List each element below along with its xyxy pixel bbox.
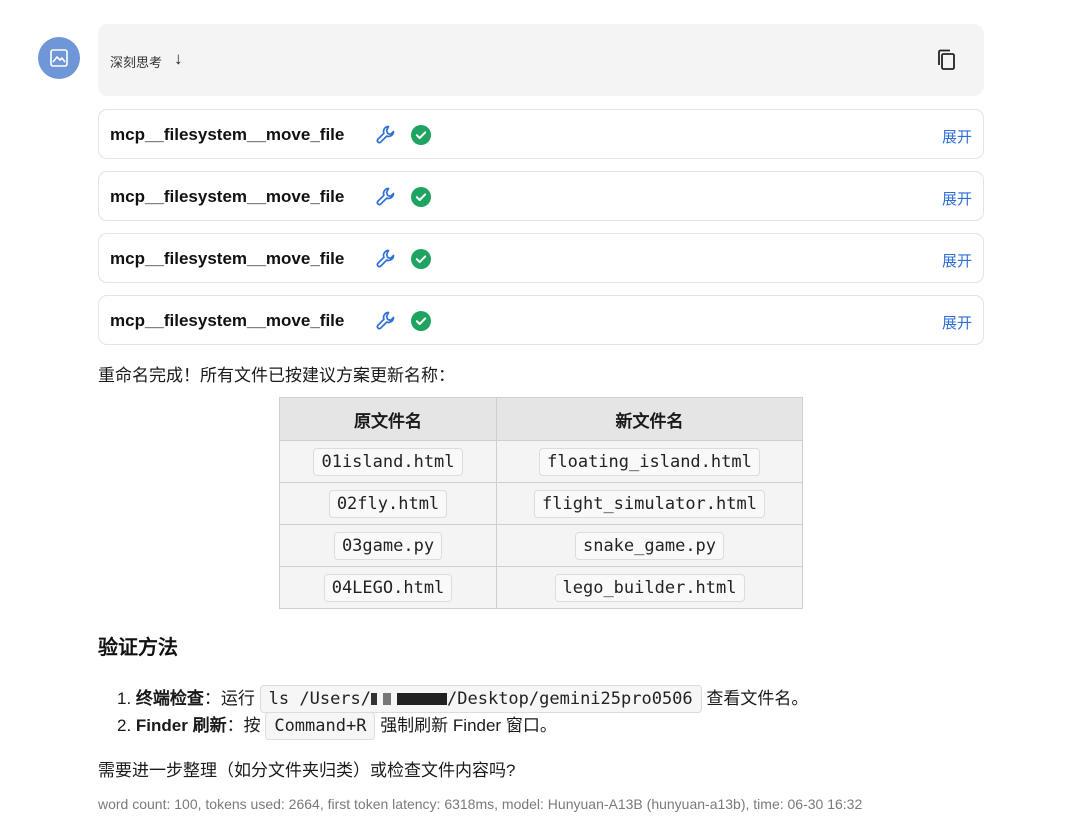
followup-question: 需要进一步整理（如分文件夹归类）或检查文件内容吗? [98,761,516,780]
tool-call-name: mcp__filesystem__move_file [110,187,345,206]
wrench-icon [376,187,395,206]
table-cell: lego_builder.html [496,566,803,609]
step-title: 终端检查 [135,689,204,708]
table-row: 03game.py snake_game.py [279,524,803,567]
table-row: 04LEGO.html lego_builder.html [279,566,803,609]
shortcut-key: Command+R [265,712,376,740]
check-circle-icon [411,249,431,269]
table-cell: 04LEGO.html [279,566,497,609]
step-number: 1. [117,689,132,708]
command-part: ls /Users/ [268,689,372,709]
expand-link[interactable]: 展开 [942,126,972,147]
step-number: 2. [117,716,132,735]
column-header-original: 原文件名 [279,397,497,441]
step-text: 按 [243,716,261,735]
verify-heading: 验证方法 [98,637,178,659]
rename-summary-text: 重命名完成！所有文件已按建议方案更新名称： [98,366,455,385]
image-icon [50,49,68,67]
wrench-icon [376,249,395,268]
tool-call-row[interactable]: mcp__filesystem__move_file 展开 [98,233,984,283]
old-filename: 04LEGO.html [323,573,453,602]
expand-link[interactable]: 展开 [942,188,972,209]
arrow-down-icon[interactable]: ↓ [174,49,183,69]
table-cell: 02fly.html [279,482,497,525]
redacted-username [371,693,448,705]
old-filename: 01island.html [313,447,463,476]
wrench-icon [376,311,395,330]
response-metadata: word count: 100, tokens used: 2664, firs… [98,796,863,812]
assistant-avatar [38,37,80,79]
table-row: 02fly.html flight_simulator.html [279,482,803,525]
step-text: 运行 [220,689,255,708]
wrench-icon [376,125,395,144]
table-cell: snake_game.py [496,524,803,567]
column-header-new: 新文件名 [496,397,803,441]
tool-call-name: mcp__filesystem__move_file [110,311,345,330]
step-text: 查看文件名。 [706,689,809,708]
table-cell: flight_simulator.html [496,482,803,525]
tool-call-row[interactable]: mcp__filesystem__move_file 展开 [98,171,984,221]
new-filename: lego_builder.html [554,573,745,602]
check-circle-icon [411,187,431,207]
expand-link[interactable]: 展开 [942,250,972,271]
new-filename: flight_simulator.html [534,489,765,518]
deep-thinking-panel[interactable]: 深刻思考 ↓ [98,24,984,96]
step-separator: ： [203,689,221,708]
verify-step-finder: 2. Finder 刷新：按 Command+R 强制刷新 Finder 窗口。 [117,711,557,740]
step-title: Finder 刷新 [135,716,227,735]
expand-link[interactable]: 展开 [942,312,972,333]
tool-call-row[interactable]: mcp__filesystem__move_file 展开 [98,295,984,345]
tool-call-row[interactable]: mcp__filesystem__move_file 展开 [98,109,984,159]
check-circle-icon [411,125,431,145]
old-filename: 02fly.html [328,489,448,518]
new-filename: snake_game.py [574,531,725,560]
new-filename: floating_island.html [539,447,760,476]
table-cell: 03game.py [279,524,497,567]
table-header-row: 原文件名 新文件名 [279,397,803,441]
table-row: 01island.html floating_island.html [279,440,803,483]
check-circle-icon [411,311,431,331]
tool-call-name: mcp__filesystem__move_file [110,249,345,268]
tool-call-name: mcp__filesystem__move_file [110,125,345,144]
rename-table: 原文件名 新文件名 01island.html floating_island.… [279,397,803,609]
verify-step-terminal: 1. 终端检查：运行 ls /Users/ /Desktop/gemini25pr… [117,684,809,713]
table-cell: floating_island.html [496,440,803,483]
deep-thinking-label[interactable]: 深刻思考 [110,52,162,71]
command-part: /Desktop/gemini25pro0506 [447,689,693,709]
step-separator: ： [226,716,244,735]
copy-icon[interactable] [936,48,958,72]
terminal-command: ls /Users/ /Desktop/gemini25pro0506 [259,685,702,713]
step-text: 强制刷新 Finder 窗口。 [380,716,557,735]
old-filename: 03game.py [333,531,443,560]
table-cell: 01island.html [279,440,497,483]
